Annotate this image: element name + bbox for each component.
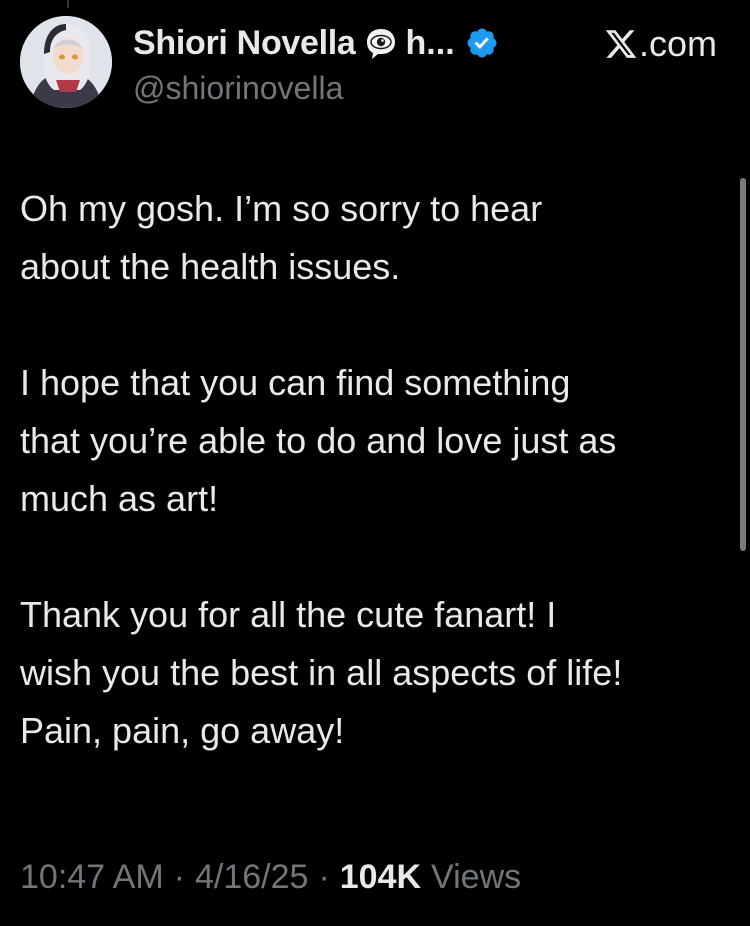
verified-badge-icon[interactable] — [465, 26, 499, 60]
avatar[interactable] — [20, 16, 112, 108]
avatar-image — [20, 16, 112, 108]
x-logo-icon — [604, 27, 638, 61]
meta-separator: · — [173, 857, 185, 896]
tweet-metadata: 10:47 AM · 4/16/25 · 104K Views — [20, 852, 521, 902]
tweet-time[interactable]: 10:47 AM — [20, 858, 164, 897]
tweet-paragraph: Thank you for all the cute fanart! I wis… — [20, 594, 623, 751]
thread-connector-line — [67, 0, 69, 8]
source-domain[interactable]: .com — [604, 22, 717, 66]
views-count[interactable]: 104K — [340, 858, 421, 897]
scrollbar[interactable] — [740, 178, 746, 551]
tweet-text: Oh my gosh. I’m so sorry to hear about t… — [20, 180, 735, 760]
tweet-paragraph: Oh my gosh. I’m so sorry to hear about t… — [20, 188, 543, 287]
tweet-paragraph: I hope that you can find something that … — [20, 362, 617, 519]
eye-in-speech-bubble-icon — [364, 26, 398, 60]
author-name-row[interactable]: Shiori Novella h... — [133, 20, 499, 66]
source-domain-label: .com — [638, 23, 717, 64]
meta-separator: · — [318, 857, 330, 896]
author-handle[interactable]: @shiorinovella — [133, 70, 343, 107]
author-display-name[interactable]: Shiori Novella — [133, 24, 356, 63]
views-label: Views — [431, 857, 522, 896]
tweet-date[interactable]: 4/16/25 — [195, 858, 308, 897]
author-name-truncated: h... — [405, 23, 455, 62]
